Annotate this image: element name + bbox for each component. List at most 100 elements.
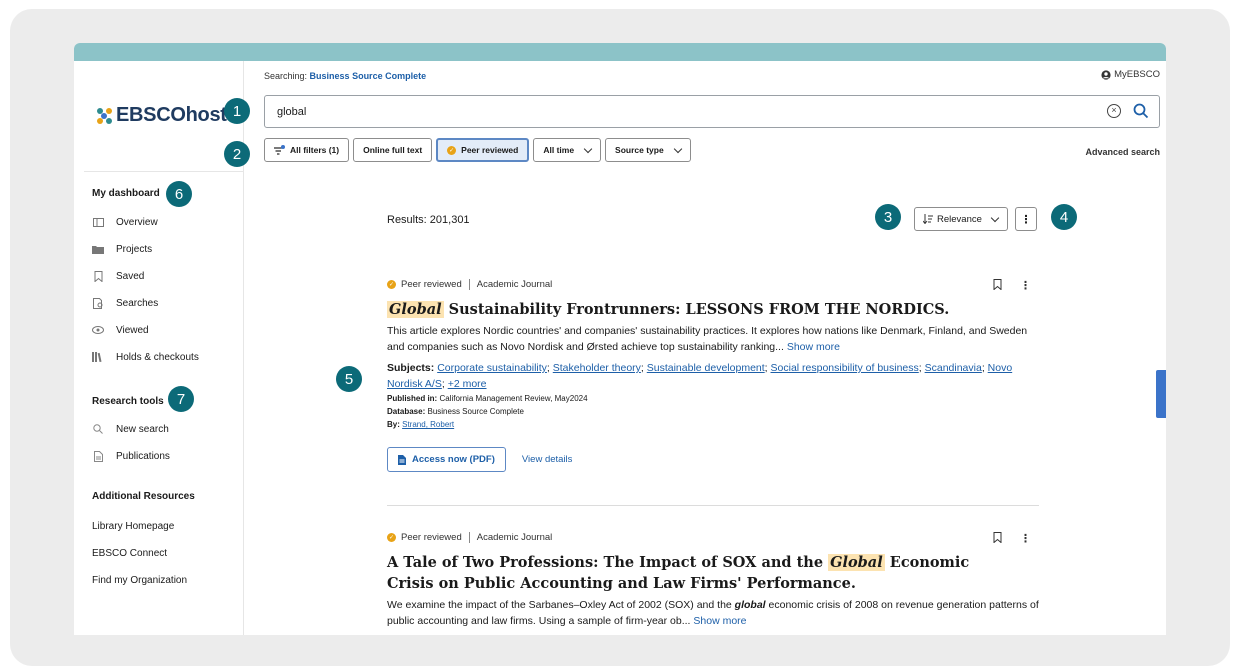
result-title[interactable]: Global Sustainability Frontrunners: LESS… [387, 299, 1039, 320]
sidebar-item-label: Saved [116, 270, 145, 282]
chevron-down-icon [673, 144, 682, 153]
result-abstract: This article explores Nordic countries' … [387, 323, 1039, 355]
more-options-icon[interactable]: ⋮ [1020, 532, 1031, 545]
more-subjects-link[interactable]: +2 more [448, 378, 487, 390]
peer-reviewed-text: Peer reviewed [401, 532, 462, 543]
subject-link[interactable]: Corporate sustainability [437, 362, 547, 374]
sidebar-item-label: New search [116, 423, 169, 435]
results-count: Results: 201,301 [387, 214, 470, 226]
overview-icon [92, 216, 104, 228]
bookmark-icon[interactable] [993, 532, 1002, 543]
subject-link[interactable]: Sustainable development [647, 362, 765, 374]
subjects-label: Subjects: [387, 362, 435, 374]
show-more-link[interactable]: Show more [787, 341, 840, 353]
peer-reviewed-icon: ✓ [387, 280, 396, 289]
peer-reviewed-icon: ✓ [447, 145, 457, 155]
sidebar-item-viewed[interactable]: Viewed [92, 324, 149, 336]
result-actions: ⋮ [993, 279, 1031, 292]
sidebar-item-label: Holds & checkouts [116, 351, 199, 363]
show-more-link[interactable]: Show more [693, 615, 746, 627]
sidebar-item-label: Projects [116, 243, 153, 255]
chevron-down-icon [990, 213, 1000, 222]
bookmark-icon[interactable] [993, 279, 1002, 290]
scrollbar-thumb[interactable] [1156, 370, 1166, 418]
search-input[interactable]: global × [264, 95, 1160, 128]
database-info: Database: Business Source Complete [387, 405, 1039, 418]
annotation-badge: 6 [166, 181, 192, 207]
top-bar [74, 43, 1166, 61]
sidebar-item-saved[interactable]: Saved [92, 270, 144, 282]
online-full-text-label: Online full text [363, 145, 423, 155]
source-type-dropdown[interactable]: Source type [605, 138, 691, 162]
all-filters-button[interactable]: All filters (1) [264, 138, 350, 162]
view-details-link[interactable]: View details [522, 454, 573, 465]
peer-reviewed-button[interactable]: ✓ Peer reviewed [436, 138, 530, 162]
document-icon [92, 450, 104, 462]
annotation-badge: 4 [1051, 204, 1077, 230]
sidebar-item-holds[interactable]: Holds & checkouts [92, 351, 199, 363]
sidebar-item-label: Searches [116, 297, 159, 309]
myebsco-button[interactable]: MyEBSCO [1101, 69, 1160, 80]
more-options-button[interactable]: ⋮ [1015, 207, 1037, 231]
published-label: Published in: [387, 394, 438, 403]
ebsco-logo[interactable]: EBSCOhost [96, 104, 227, 127]
ebsco-connect-link[interactable]: EBSCO Connect [92, 548, 167, 559]
sort-label: Relevance [937, 213, 982, 225]
abstract-text: This article explores Nordic countries' … [387, 325, 1028, 353]
result-title[interactable]: A Tale of Two Professions: The Impact of… [387, 552, 987, 594]
find-organization-link[interactable]: Find my Organization [92, 575, 187, 586]
database-label: Database: [387, 407, 426, 416]
result-divider [387, 505, 1039, 506]
all-filters-label: All filters (1) [290, 145, 340, 155]
result-abstract: We examine the impact of the Sarbanes–Ox… [387, 597, 1039, 629]
annotation-badge: 5 [336, 366, 362, 392]
access-pdf-button[interactable]: Access now (PDF) [387, 447, 506, 472]
filter-icon [274, 145, 285, 155]
library-homepage-link[interactable]: Library Homepage [92, 521, 174, 532]
pdf-icon [398, 454, 406, 465]
source-type-label: Source type [615, 145, 664, 155]
author-link[interactable]: Strand, Robert [402, 420, 454, 429]
sidebar-item-publications[interactable]: Publications [92, 450, 170, 462]
abstract-text: We examine the impact of the Sarbanes–Ox… [387, 599, 735, 611]
online-full-text-button[interactable]: Online full text [353, 138, 433, 162]
access-label: Access now (PDF) [412, 454, 495, 465]
sidebar-item-overview[interactable]: Overview [92, 216, 158, 228]
all-time-label: All time [543, 145, 575, 155]
search-icon[interactable] [1133, 103, 1149, 119]
sidebar-item-label: Overview [116, 216, 158, 228]
annotation-badge: 7 [168, 386, 194, 412]
divider [468, 532, 470, 543]
subject-link[interactable]: Social responsibility of business [771, 362, 919, 374]
sort-icon [923, 214, 933, 224]
title-text: Sustainability Frontrunners: LESSONS FRO… [443, 301, 950, 318]
subject-link[interactable]: Scandinavia [925, 362, 982, 374]
sidebar-item-projects[interactable]: Projects [92, 243, 152, 255]
peer-reviewed-label: Peer reviewed [461, 145, 519, 155]
published-value: California Management Review, May2024 [439, 394, 588, 403]
abstract-highlight: global [734, 599, 766, 611]
sidebar-item-new-search[interactable]: New search [92, 423, 169, 435]
app-window: EBSCOhost My dashboard Overview Projects… [74, 43, 1166, 635]
database-link[interactable]: Business Source Complete [310, 71, 427, 81]
sort-dropdown[interactable]: Relevance [914, 207, 1008, 231]
divider [468, 279, 470, 290]
annotation-badge: 1 [224, 98, 250, 124]
more-options-icon[interactable]: ⋮ [1020, 279, 1031, 292]
subject-link[interactable]: Stakeholder theory [553, 362, 641, 374]
filter-bar: All filters (1) Online full text ✓ Peer … [264, 138, 691, 162]
advanced-search-link[interactable]: Advanced search [1085, 147, 1160, 157]
books-icon [92, 351, 104, 363]
myebsco-label: MyEBSCO [1114, 69, 1160, 80]
my-dashboard-heading: My dashboard [92, 188, 160, 199]
clear-icon[interactable]: × [1107, 104, 1121, 118]
search-icon [92, 423, 104, 435]
additional-resources-heading: Additional Resources [92, 491, 195, 502]
sidebar-item-searches[interactable]: Searches [92, 297, 158, 309]
annotation-badge: 3 [875, 204, 901, 230]
result-meta: ✓ Peer reviewed Academic Journal [387, 279, 1039, 290]
published-in: Published in: California Management Revi… [387, 392, 1039, 405]
chevron-down-icon [583, 144, 593, 153]
all-time-dropdown[interactable]: All time [533, 138, 602, 162]
research-tools-heading: Research tools [92, 396, 164, 407]
